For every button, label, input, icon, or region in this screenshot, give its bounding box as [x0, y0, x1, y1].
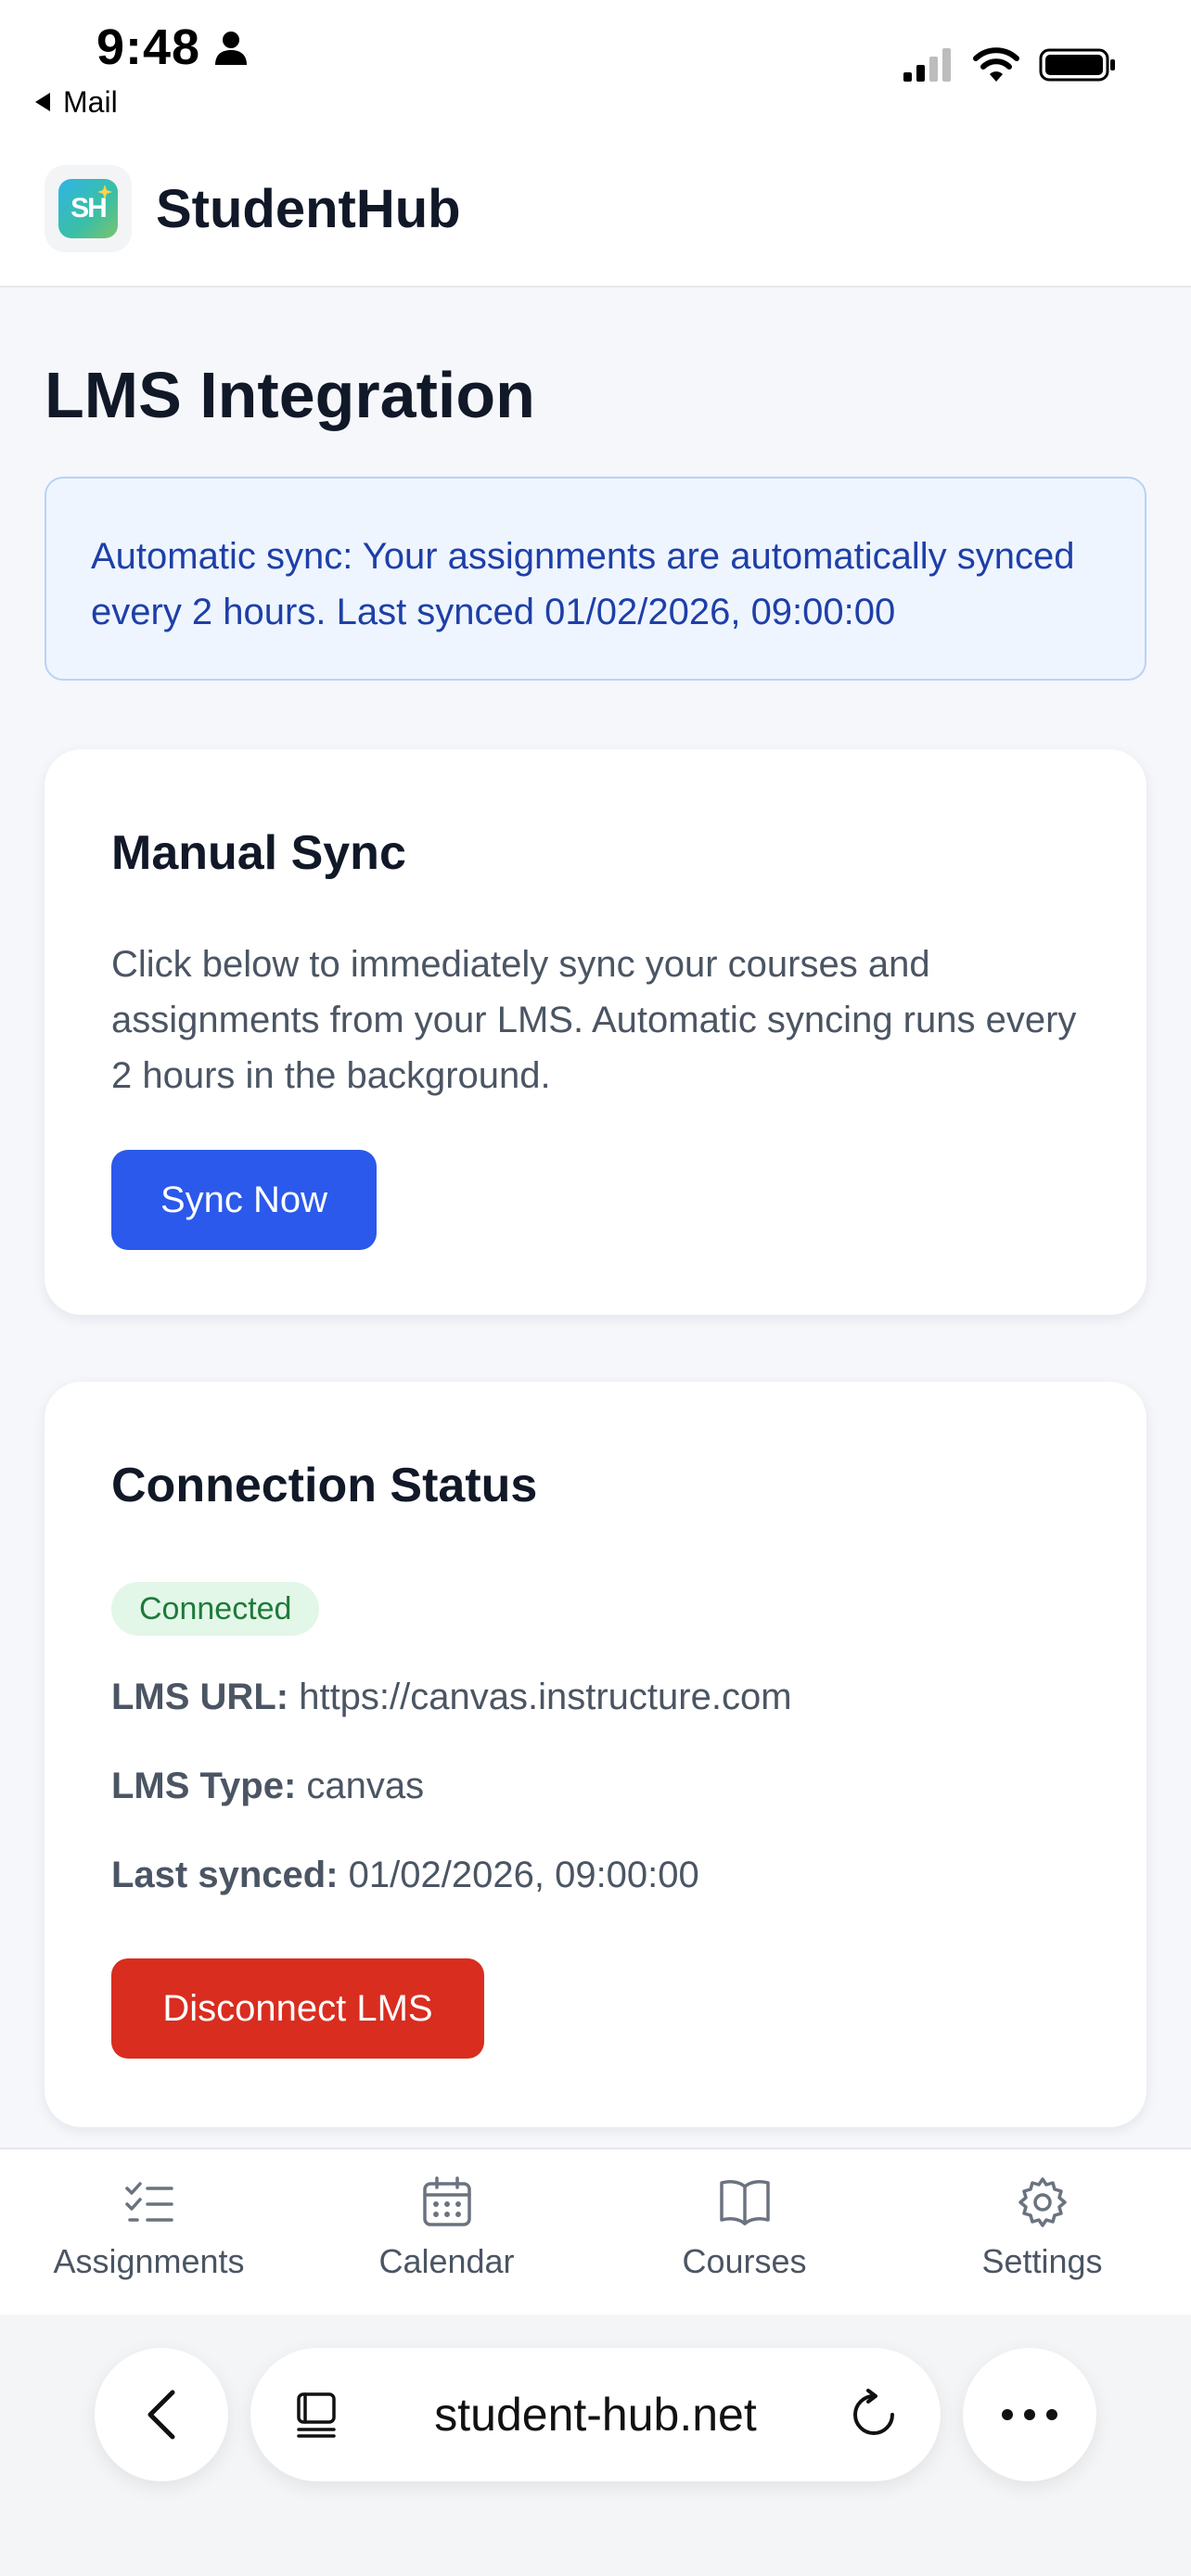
back-app-label: Mail	[63, 84, 118, 119]
manual-sync-title: Manual Sync	[111, 826, 406, 880]
wifi-icon	[973, 47, 1019, 82]
last-synced-value: 01/02/2026, 09:00:00	[348, 1855, 699, 1895]
last-synced-label: Last synced:	[111, 1855, 339, 1895]
address-url: student-hub.net	[434, 2389, 757, 2441]
reload-icon[interactable]	[848, 2389, 900, 2441]
book-icon	[719, 2180, 770, 2225]
tab-courses[interactable]: Courses	[596, 2175, 893, 2305]
status-time: 9:48	[96, 19, 201, 75]
gear-icon	[1018, 2177, 1067, 2227]
browser-back-button[interactable]	[95, 2348, 228, 2481]
last-synced-row: Last synced: 01/02/2026, 09:00:00	[111, 1855, 699, 1896]
lms-url-row: LMS URL: https://canvas.instructure.com	[111, 1677, 792, 1718]
status-bar: 9:48 Mail	[0, 0, 1191, 139]
app-logo-mark: SH	[58, 179, 118, 238]
tab-assignments-label: Assignments	[53, 2242, 245, 2280]
tab-calendar[interactable]: Calendar	[298, 2175, 596, 2305]
address-bar[interactable]: student-hub.net	[250, 2348, 941, 2481]
app-header: SH StudentHub	[0, 139, 1191, 287]
person-icon	[215, 32, 247, 65]
status-indicators	[902, 46, 1117, 83]
disconnect-lms-button[interactable]: Disconnect LMS	[111, 1958, 484, 2059]
tab-calendar-label: Calendar	[378, 2242, 515, 2280]
tab-settings-label: Settings	[981, 2242, 1103, 2280]
cellular-signal-icon	[903, 48, 951, 82]
tab-assignments[interactable]: Assignments	[0, 2175, 298, 2305]
tab-courses-label: Courses	[682, 2242, 807, 2280]
lms-type-label: LMS Type:	[111, 1766, 297, 1806]
lms-url-value: https://canvas.instructure.com	[299, 1677, 792, 1717]
bottom-tab-bar: Assignments Calendar Courses Settings	[0, 2148, 1191, 2315]
connection-status-card: Connection Status Connected LMS URL: htt…	[45, 1382, 1146, 2127]
chevron-left-icon	[147, 2390, 175, 2440]
more-dots-icon	[1002, 2409, 1057, 2420]
auto-sync-banner: Automatic sync: Your assignments are aut…	[45, 477, 1146, 681]
lms-type-row: LMS Type: canvas	[111, 1766, 424, 1807]
app-name: StudentHub	[156, 179, 461, 239]
back-to-mail-link[interactable]: Mail	[33, 85, 118, 119]
connection-status-title: Connection Status	[111, 1459, 538, 1512]
battery-icon	[1039, 48, 1115, 82]
connected-status-badge: Connected	[111, 1582, 320, 1636]
browser-more-button[interactable]	[963, 2348, 1096, 2481]
calendar-icon	[422, 2176, 471, 2226]
tab-settings[interactable]: Settings	[893, 2175, 1191, 2305]
manual-sync-description: Click below to immediately sync your cou…	[111, 944, 1077, 1096]
checklist-icon	[124, 2182, 173, 2222]
page-title: LMS Integration	[45, 359, 535, 431]
back-triangle-icon	[35, 93, 50, 111]
browser-toolbar: student-hub.net	[0, 2315, 1191, 2576]
sync-now-button[interactable]: Sync Now	[111, 1150, 377, 1250]
lms-url-label: LMS URL:	[111, 1677, 289, 1717]
app-logo[interactable]: SH	[45, 165, 132, 252]
manual-sync-card: Manual Sync Click below to immediately s…	[45, 749, 1146, 1315]
lms-type-value: canvas	[306, 1766, 425, 1806]
sparkle-icon	[97, 185, 112, 199]
